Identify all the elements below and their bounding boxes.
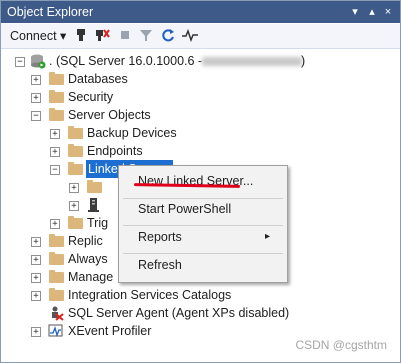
filter-icon[interactable] (139, 27, 153, 45)
dropdown-icon[interactable]: ▾ (348, 4, 362, 20)
pin-icon[interactable]: ▴ (365, 4, 379, 20)
expand-icon[interactable]: + (69, 201, 79, 211)
menu-item-refresh[interactable]: Refresh (119, 253, 287, 277)
tree-label-xevent: XEvent Profiler (68, 324, 152, 338)
tree-row-endpoints[interactable]: + Endpoints (1, 142, 400, 160)
connect-icon[interactable] (74, 27, 88, 45)
xevent-icon (48, 323, 64, 344)
expand-icon[interactable]: + (31, 327, 41, 337)
folder-icon (49, 108, 64, 121)
stop-icon[interactable] (119, 27, 131, 45)
expand-icon[interactable]: + (31, 255, 41, 265)
tree-row-server[interactable]: − . (SQL Server 16.0.1000.6 - ) (1, 52, 400, 70)
menu-item-new-linked-server[interactable]: New Linked Server... (119, 169, 287, 193)
toolbar: Connect ▾ (1, 24, 400, 49)
object-explorer-window: Object Explorer ▾ ▴ × Connect ▾ − . (SQL… (0, 0, 401, 363)
refresh-icon[interactable] (161, 27, 175, 45)
menu-label: Start PowerShell (138, 202, 232, 216)
folder-icon (68, 162, 83, 175)
folder-icon (49, 72, 64, 85)
tree-row-replication[interactable]: + Replic (1, 232, 121, 250)
folder-icon (87, 180, 102, 193)
expand-icon[interactable]: + (50, 129, 60, 139)
tree-label-triggers: Trig (87, 216, 109, 230)
collapse-icon[interactable]: − (15, 57, 25, 67)
window-title: Object Explorer (7, 5, 94, 19)
tree-row-integration-services[interactable]: + Integration Services Catalogs (1, 286, 400, 304)
tree-label-server-objects: Server Objects (68, 108, 151, 122)
tree-label-databases: Databases (68, 72, 128, 86)
close-icon[interactable]: × (381, 4, 395, 20)
tree-label-security: Security (68, 90, 114, 104)
tree-row-linked-child-2[interactable]: + (1, 196, 121, 214)
tree-label-backup-devices: Backup Devices (87, 126, 177, 140)
menu-label: Refresh (138, 258, 182, 272)
tree-label-endpoints: Endpoints (87, 144, 143, 158)
server-label-suffix: ) (301, 54, 306, 68)
tree-label-sql-agent: SQL Server Agent (Agent XPs disabled) (68, 306, 290, 320)
tree-label-always-on: Always (68, 252, 108, 266)
tree-row-triggers[interactable]: + Trig (1, 214, 121, 232)
title-bar: Object Explorer ▾ ▴ × (1, 1, 400, 23)
disconnect-icon[interactable] (94, 27, 110, 45)
submenu-arrow-icon: ▸ (265, 231, 271, 242)
folder-icon (49, 252, 64, 265)
menu-label: Reports (138, 230, 182, 244)
expand-icon[interactable]: + (31, 237, 41, 247)
expand-icon[interactable]: + (50, 219, 60, 229)
expand-icon[interactable]: + (31, 93, 41, 103)
connect-label: Connect (10, 29, 57, 43)
connect-button[interactable]: Connect ▾ (10, 27, 66, 45)
folder-icon (68, 144, 83, 157)
menu-item-start-powershell[interactable]: Start PowerShell (119, 197, 287, 221)
server-label: . (SQL Server 16.0.1000.6 - (49, 54, 203, 68)
folder-icon (49, 234, 64, 247)
expand-icon[interactable]: + (31, 273, 41, 283)
collapse-icon[interactable]: − (50, 165, 60, 175)
folder-icon (49, 90, 64, 103)
chevron-down-icon: ▾ (60, 29, 67, 43)
tree-row-always-on[interactable]: + Always (1, 250, 121, 268)
expand-icon[interactable]: + (50, 147, 60, 157)
folder-icon (68, 216, 83, 229)
folder-icon (49, 270, 64, 283)
activity-icon[interactable] (181, 27, 199, 45)
tree-row-management[interactable]: + Manage (1, 268, 121, 286)
tree-row-sql-agent[interactable]: SQL Server Agent (Agent XPs disabled) (1, 304, 400, 322)
redacted-text (202, 57, 302, 66)
tree-label-management: Manage (68, 270, 114, 284)
expand-icon[interactable]: + (69, 183, 79, 193)
tree-row-backup-devices[interactable]: + Backup Devices (1, 124, 400, 142)
tree-label-integration-services: Integration Services Catalogs (68, 288, 232, 302)
menu-item-reports[interactable]: Reports ▸ (119, 225, 287, 249)
tree-row-databases[interactable]: + Databases (1, 70, 400, 88)
tree-row-linked-child-1[interactable]: + (1, 178, 121, 196)
tree-row-security[interactable]: + Security (1, 88, 400, 106)
expand-icon[interactable]: + (31, 75, 41, 85)
watermark: CSDN @cgsthtm (295, 338, 387, 352)
collapse-icon[interactable]: − (31, 111, 41, 121)
folder-icon (49, 288, 64, 301)
menu-label: New Linked Server... (138, 174, 254, 188)
tree-label-replication: Replic (68, 234, 103, 248)
tree-row-server-objects[interactable]: − Server Objects (1, 106, 400, 124)
folder-icon (68, 126, 83, 139)
expand-icon[interactable]: + (31, 291, 41, 301)
